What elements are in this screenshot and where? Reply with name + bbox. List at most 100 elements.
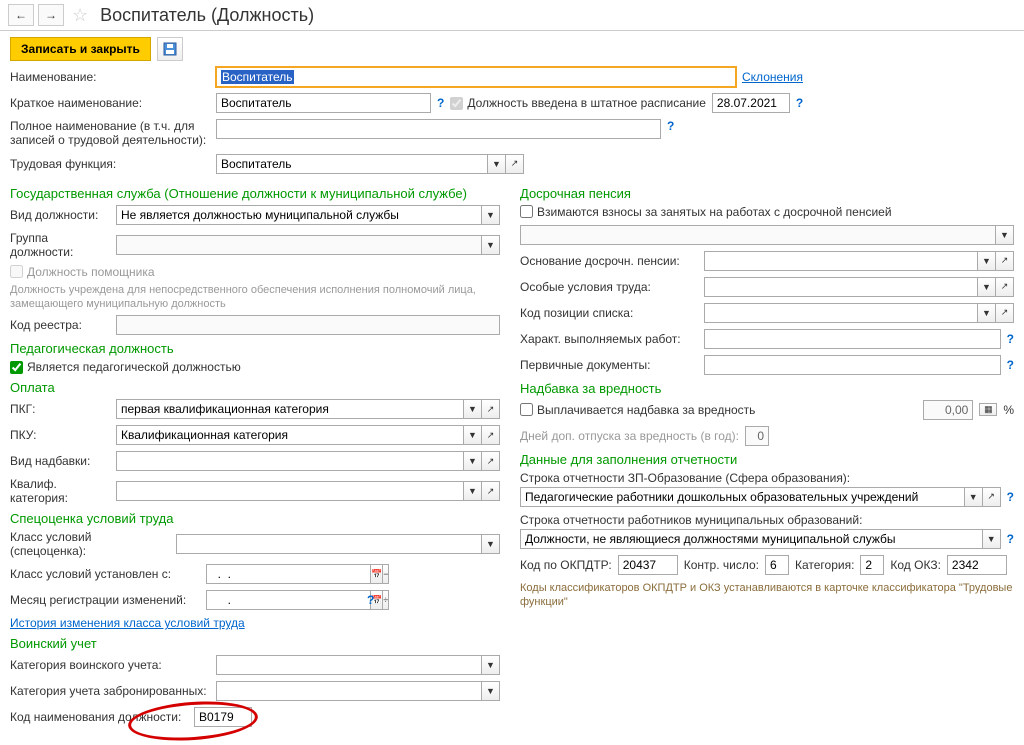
harm-paid-checkbox[interactable]: Выплачивается надбавка за вредность (520, 403, 755, 417)
is-ped-checkbox[interactable]: Является педагогической должностью (10, 360, 500, 374)
spec-month-label: Месяц регистрации изменений: (10, 593, 200, 607)
calc-button: ▦ (979, 403, 997, 416)
report-line2-input[interactable] (520, 529, 983, 549)
full-name-label: Полное наименование (в т.ч. для записей … (10, 119, 210, 148)
pkg-label: ПКГ: (10, 402, 110, 416)
open-button[interactable]: ↗ (996, 277, 1014, 297)
labor-func-input[interactable] (216, 154, 488, 174)
harm-days-label: Дней доп. отпуска за вредность (в год): (520, 429, 739, 443)
open-button[interactable]: ↗ (482, 399, 500, 419)
page-title: Воспитатель (Должность) (100, 5, 314, 26)
pension-cond-input[interactable] (704, 277, 978, 297)
report-line1-input[interactable] (520, 487, 965, 507)
open-button[interactable]: ↗ (482, 425, 500, 445)
harm-amount-input (923, 400, 973, 420)
dropdown-button[interactable]: ▼ (978, 277, 996, 297)
declensions-link[interactable]: Склонения (742, 70, 803, 84)
pension-char-input[interactable] (704, 329, 1001, 349)
nav-back-button[interactable]: ← (8, 4, 34, 26)
gov-note: Должность учреждена для непосредственног… (10, 283, 500, 312)
mil-code-label: Код наименования должности: (10, 710, 188, 724)
dropdown-button[interactable]: ▼ (965, 487, 983, 507)
clear-button[interactable]: − (383, 564, 389, 584)
pension-fees-checkbox[interactable]: Взимаются взносы за занятых на работах с… (520, 205, 1014, 219)
harm-days-input (745, 426, 769, 446)
save-close-button[interactable]: Записать и закрыть (10, 37, 151, 61)
save-button[interactable] (157, 37, 183, 61)
okpdtr-label: Код по ОКПДТР: (520, 558, 612, 572)
allow-label: Вид надбавки: (10, 454, 110, 468)
help-icon[interactable]: ? (1007, 332, 1014, 346)
dropdown-button[interactable]: ▼ (464, 399, 482, 419)
kind-input[interactable] (116, 205, 482, 225)
in-staff-date-input[interactable] (712, 93, 790, 113)
reg-input (116, 315, 500, 335)
stepper-button[interactable]: ÷ (383, 590, 389, 610)
dropdown-button[interactable]: ▼ (464, 451, 482, 471)
mil-booked-input[interactable] (216, 681, 482, 701)
name-input[interactable]: Воспитатель (216, 67, 736, 87)
labor-func-label: Трудовая функция: (10, 157, 210, 171)
open-button[interactable]: ↗ (983, 487, 1001, 507)
dropdown-button[interactable]: ▼ (978, 303, 996, 323)
pension-cond-label: Особые условия труда: (520, 280, 698, 294)
dropdown-button: ▼ (482, 235, 500, 255)
open-button[interactable]: ↗ (506, 154, 524, 174)
pension-docs-input[interactable] (704, 355, 1001, 375)
open-button[interactable]: ↗ (996, 303, 1014, 323)
okz-input[interactable] (947, 555, 1007, 575)
pension-basis-input[interactable] (704, 251, 978, 271)
report-note: Коды классификаторов ОКПДТР и ОКЗ устана… (520, 581, 1014, 610)
nav-forward-button[interactable]: → (38, 4, 64, 26)
short-name-input[interactable] (216, 93, 431, 113)
help-icon[interactable]: ? (1007, 532, 1014, 546)
spec-month-input[interactable] (206, 590, 371, 610)
gov-section-title: Государственная служба (Отношение должно… (10, 186, 500, 201)
dropdown-button[interactable]: ▼ (482, 205, 500, 225)
dropdown-button[interactable]: ▼ (978, 251, 996, 271)
allow-input[interactable] (116, 451, 464, 471)
pension-section-title: Досрочная пенсия (520, 186, 1014, 201)
group-input (116, 235, 482, 255)
mil-cat-label: Категория воинского учета: (10, 658, 210, 672)
help-icon[interactable]: ? (667, 119, 674, 133)
spec-class-input[interactable] (176, 534, 482, 554)
qual-input[interactable] (116, 481, 464, 501)
dropdown-button[interactable]: ▼ (464, 481, 482, 501)
spec-from-label: Класс условий установлен с: (10, 567, 200, 581)
help-icon[interactable]: ? (367, 593, 374, 607)
help-icon[interactable]: ? (437, 96, 444, 110)
pension-pos-input[interactable] (704, 303, 978, 323)
full-name-input[interactable] (216, 119, 661, 139)
okpdtr-input[interactable] (618, 555, 678, 575)
open-button[interactable]: ↗ (996, 251, 1014, 271)
name-label: Наименование: (10, 70, 210, 84)
help-icon[interactable]: ? (796, 96, 803, 110)
help-icon[interactable]: ? (1007, 490, 1014, 504)
dropdown-button[interactable]: ▼ (464, 425, 482, 445)
pkg-input[interactable] (116, 399, 464, 419)
open-button[interactable]: ↗ (482, 451, 500, 471)
cat-input[interactable] (860, 555, 884, 575)
favorite-icon[interactable]: ☆ (72, 5, 88, 26)
dropdown-button: ▼ (996, 225, 1014, 245)
help-icon[interactable]: ? (1007, 358, 1014, 372)
calendar-button[interactable]: 📅 (371, 564, 383, 584)
dropdown-button[interactable]: ▼ (482, 681, 500, 701)
pku-input[interactable] (116, 425, 464, 445)
report-line1-label: Строка отчетности ЗП-Образование (Сфера … (520, 471, 1014, 485)
mil-section-title: Воинский учет (10, 636, 500, 651)
report-section-title: Данные для заполнения отчетности (520, 452, 1014, 467)
history-link[interactable]: История изменения класса условий труда (10, 616, 245, 630)
spec-from-input[interactable] (206, 564, 371, 584)
dropdown-button[interactable]: ▼ (482, 655, 500, 675)
mil-cat-input[interactable] (216, 655, 482, 675)
dropdown-button[interactable]: ▼ (983, 529, 1001, 549)
mil-code-input[interactable] (194, 707, 252, 727)
qual-label: Квалиф. категория: (10, 477, 110, 505)
cnum-input[interactable] (765, 555, 789, 575)
open-button[interactable]: ↗ (482, 481, 500, 501)
in-staff-checkbox[interactable]: Должность введена в штатное расписание (450, 96, 706, 110)
dropdown-button[interactable]: ▼ (488, 154, 506, 174)
dropdown-button[interactable]: ▼ (482, 534, 500, 554)
